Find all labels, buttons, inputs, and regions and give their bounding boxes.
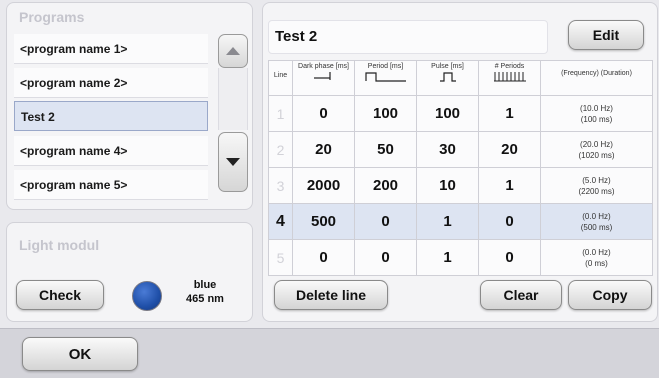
cell-pulse[interactable]: 100 <box>416 95 479 132</box>
frequency-value: (0.0 Hz) <box>582 211 611 221</box>
cell-dark-phase[interactable]: 20 <box>292 131 355 168</box>
cell-dark-phase[interactable]: 2000 <box>292 167 355 204</box>
cell-frequency: (10.0 Hz) (100 ms) <box>540 95 653 132</box>
periods-icon <box>493 72 526 82</box>
pulse-icon <box>439 72 456 82</box>
frequency-value: (5.0 Hz) <box>582 175 611 185</box>
line-number: 5 <box>268 239 293 276</box>
line-number: 4 <box>268 203 293 240</box>
header-line-label: Line <box>273 72 288 79</box>
duration-value: (0 ms) <box>585 258 608 268</box>
frequency-value: (10.0 Hz) <box>580 103 613 113</box>
table-row[interactable]: 2 20 50 30 20 (20.0 Hz) (1020 ms) <box>268 131 653 168</box>
cell-periods[interactable]: 20 <box>478 131 541 168</box>
check-button[interactable]: Check <box>16 280 104 310</box>
cell-period[interactable]: 0 <box>354 203 417 240</box>
cell-dark-phase[interactable]: 0 <box>292 239 355 276</box>
program-list-item[interactable]: <program name 2> <box>14 68 208 98</box>
table-row[interactable]: 1 0 100 100 1 (10.0 Hz) (100 ms) <box>268 95 653 132</box>
header-period: Period [ms] <box>354 60 417 96</box>
header-period-label: Period [ms] <box>367 63 404 70</box>
header-dark-phase: Dark phase [ms] <box>292 60 355 96</box>
dark-phase-icon <box>313 72 331 80</box>
header-frequency: (Frequency) (Duration) <box>540 60 653 96</box>
cell-periods[interactable]: 0 <box>478 203 541 240</box>
cell-periods[interactable]: 1 <box>478 95 541 132</box>
program-table: Line Dark phase [ms] Period [ms] Pulse [… <box>268 60 653 276</box>
cell-frequency: (0.0 Hz) (0 ms) <box>540 239 653 276</box>
table-row[interactable]: 5 0 0 1 0 (0.0 Hz) (0 ms) <box>268 239 653 276</box>
triangle-up-icon <box>226 47 240 55</box>
cell-pulse[interactable]: 10 <box>416 167 479 204</box>
program-name-field[interactable]: Test 2 <box>268 20 548 54</box>
line-number: 2 <box>268 131 293 168</box>
header-line: Line <box>268 60 293 96</box>
table-row[interactable]: 3 2000 200 10 1 (5.0 Hz) (2200 ms) <box>268 167 653 204</box>
scroll-down-button[interactable] <box>218 132 248 192</box>
light-color-info: blue 465 nm <box>180 278 230 306</box>
program-list-item-selected[interactable]: Test 2 <box>14 101 208 131</box>
cell-frequency: (20.0 Hz) (1020 ms) <box>540 131 653 168</box>
light-wavelength: 465 nm <box>186 293 224 305</box>
cell-period[interactable]: 50 <box>354 131 417 168</box>
frequency-value: (0.0 Hz) <box>582 247 611 257</box>
period-icon <box>364 72 406 82</box>
cell-periods[interactable]: 1 <box>478 167 541 204</box>
table-row-selected[interactable]: 4 500 0 1 0 (0.0 Hz) (500 ms) <box>268 203 653 240</box>
header-periods-label: # Periods <box>494 63 525 70</box>
header-periods: # Periods <box>478 60 541 96</box>
light-module-title: Light modul <box>19 237 100 253</box>
program-list-item[interactable]: <program name 4> <box>14 136 208 166</box>
frequency-value: (20.0 Hz) <box>580 139 613 149</box>
header-dark-label: Dark phase [ms] <box>298 63 349 70</box>
ok-button[interactable]: OK <box>22 337 138 371</box>
cell-dark-phase[interactable]: 500 <box>292 203 355 240</box>
triangle-down-icon <box>226 158 240 166</box>
led-indicator <box>132 281 162 311</box>
cell-period[interactable]: 0 <box>354 239 417 276</box>
cell-frequency: (5.0 Hz) (2200 ms) <box>540 167 653 204</box>
scrollbar-track[interactable] <box>218 68 248 130</box>
cell-pulse[interactable]: 1 <box>416 239 479 276</box>
copy-button[interactable]: Copy <box>568 280 652 310</box>
scroll-up-button[interactable] <box>218 34 248 68</box>
cell-pulse[interactable]: 30 <box>416 131 479 168</box>
edit-button[interactable]: Edit <box>568 20 644 50</box>
line-number: 3 <box>268 167 293 204</box>
programs-title: Programs <box>19 9 85 25</box>
header-pulse-label: Pulse [ms] <box>431 63 464 70</box>
program-list-item[interactable]: <program name 1> <box>14 34 208 64</box>
light-color-name: blue <box>193 279 217 291</box>
cell-periods[interactable]: 0 <box>478 239 541 276</box>
clear-button[interactable]: Clear <box>480 280 562 310</box>
delete-line-button[interactable]: Delete line <box>274 280 388 310</box>
header-freq-label: (Frequency) (Duration) <box>561 70 632 77</box>
duration-value: (500 ms) <box>580 222 613 232</box>
program-list-item[interactable]: <program name 5> <box>14 170 208 200</box>
cell-frequency: (0.0 Hz) (500 ms) <box>540 203 653 240</box>
header-pulse: Pulse [ms] <box>416 60 479 96</box>
duration-value: (1020 ms) <box>578 150 615 160</box>
cell-period[interactable]: 200 <box>354 167 417 204</box>
cell-pulse[interactable]: 1 <box>416 203 479 240</box>
duration-value: (100 ms) <box>580 114 613 124</box>
line-number: 1 <box>268 95 293 132</box>
cell-dark-phase[interactable]: 0 <box>292 95 355 132</box>
duration-value: (2200 ms) <box>578 186 615 196</box>
cell-period[interactable]: 100 <box>354 95 417 132</box>
